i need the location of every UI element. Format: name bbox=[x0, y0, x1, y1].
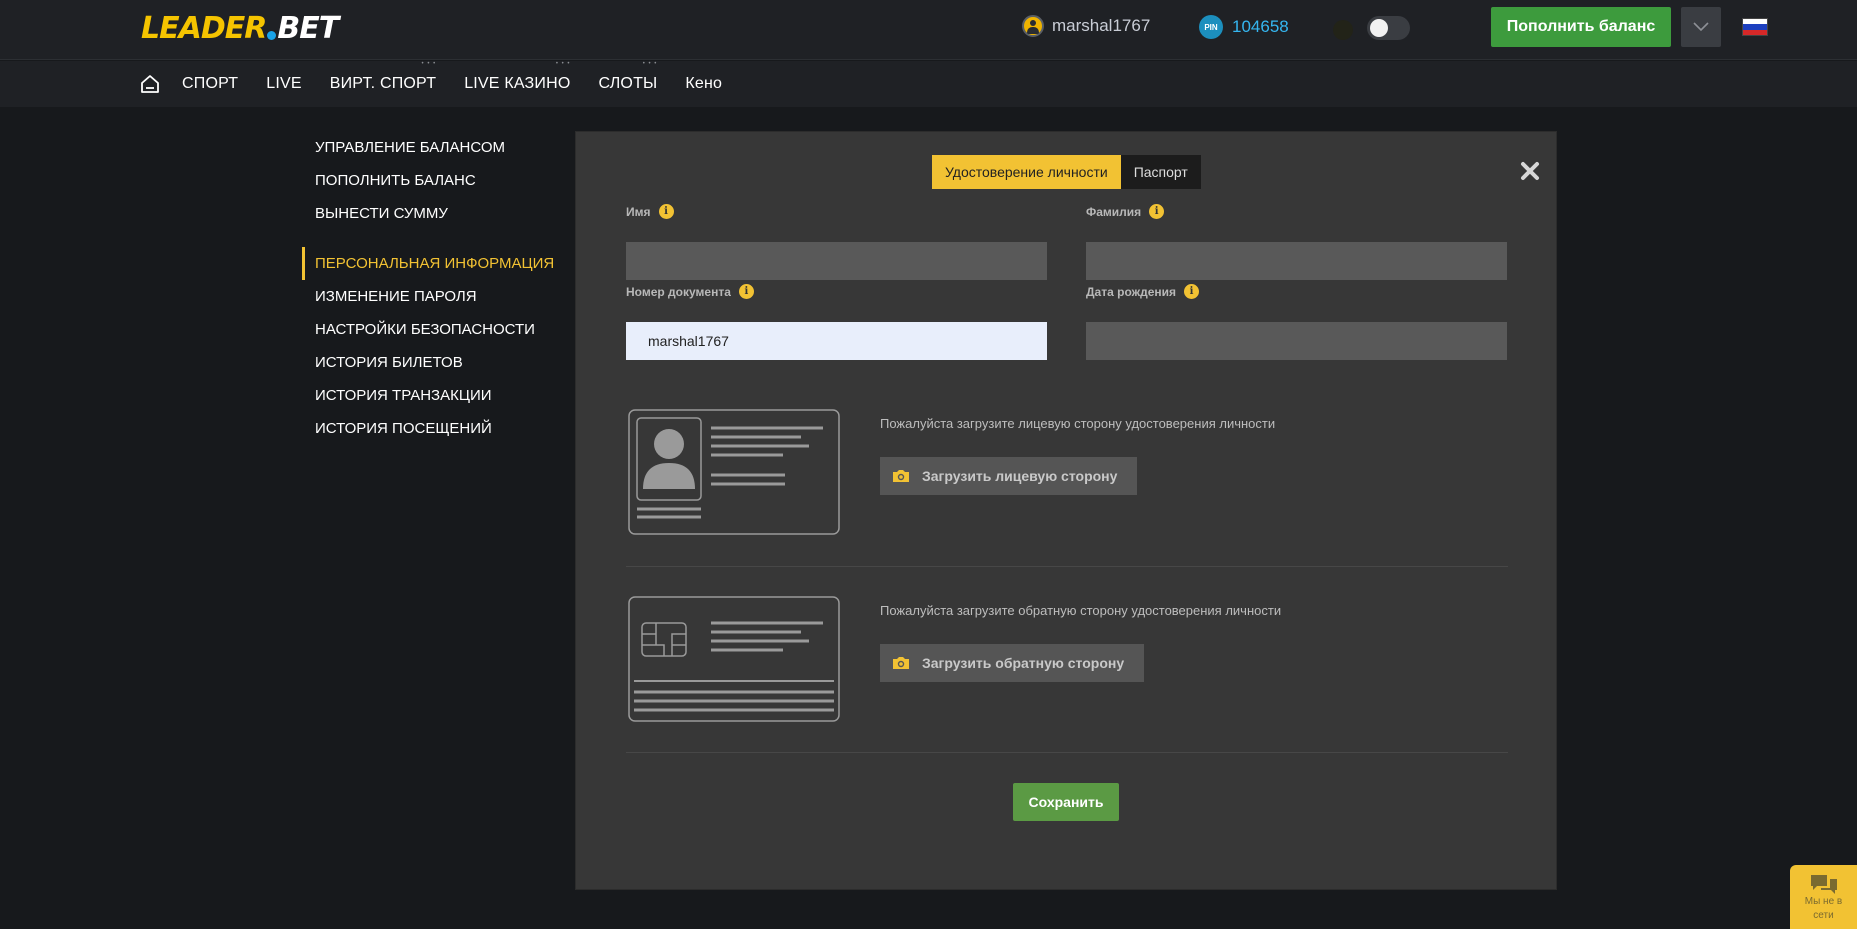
home-icon[interactable] bbox=[139, 73, 161, 95]
doc-number-field[interactable] bbox=[626, 322, 1047, 360]
last-name-label-text: Фамилия bbox=[1086, 204, 1142, 219]
birth-date-label-text: Дата рождения bbox=[1086, 284, 1177, 299]
nav-keno[interactable]: Кено bbox=[685, 75, 722, 93]
upload-front-button[interactable]: Загрузить лицевую сторону bbox=[880, 457, 1138, 495]
sidebar-item-balance-management[interactable]: УПРАВЛЕНИЕ БАЛАНСОМ bbox=[302, 131, 562, 164]
account-sidebar: УПРАВЛЕНИЕ БАЛАНСОМ ПОПОЛНИТЬ БАЛАНС ВЫН… bbox=[302, 131, 562, 445]
camera-icon bbox=[893, 470, 909, 482]
user-account[interactable]: marshal1767 bbox=[1022, 15, 1150, 37]
logo[interactable]: LEADER BET bbox=[141, 10, 339, 46]
user-icon bbox=[1022, 15, 1044, 37]
last-name-label: Фамилия i bbox=[1086, 204, 1165, 219]
deposit-button[interactable]: Пополнить баланс bbox=[1491, 7, 1671, 47]
upload-front-label: Загрузить лицевую сторону bbox=[922, 468, 1118, 484]
nav-sport[interactable]: СПОРТ bbox=[182, 75, 238, 93]
main-nav-bar: СПОРТ LIVE ВИРТ. СПОРТ LIVE КАЗИНО СЛОТЫ… bbox=[0, 61, 1857, 107]
sidebar-item-change-password[interactable]: ИЗМЕНЕНИЕ ПАРОЛЯ bbox=[302, 280, 562, 313]
sidebar-item-ticket-history[interactable]: ИСТОРИЯ БИЛЕТОВ bbox=[302, 346, 562, 379]
sidebar-item-visit-history[interactable]: ИСТОРИЯ ПОСЕЩЕНИЙ bbox=[302, 412, 562, 445]
info-icon[interactable]: i bbox=[738, 284, 754, 299]
upload-back-label: Загрузить обратную сторону bbox=[922, 655, 1125, 671]
first-name-label: Имя i bbox=[626, 204, 674, 219]
theme-toggle[interactable] bbox=[1367, 16, 1410, 40]
account-dropdown-button[interactable] bbox=[1681, 7, 1721, 47]
birth-date-field[interactable] bbox=[1086, 322, 1507, 360]
sidebar-item-transaction-history[interactable]: ИСТОРИЯ ТРАНЗАКЦИИ bbox=[302, 379, 562, 412]
verification-panel: Удостоверение личности Паспорт Имя i Фам… bbox=[575, 131, 1557, 890]
top-header: LEADER BET marshal1767 PIN 104658 Пополни… bbox=[0, 0, 1857, 60]
username: marshal1767 bbox=[1052, 16, 1151, 35]
id-card-front-icon bbox=[628, 409, 840, 535]
nav-live-casino[interactable]: LIVE КАЗИНО bbox=[464, 61, 571, 93]
logo-text-right: BET bbox=[277, 10, 339, 46]
doc-number-label: Номер документа i bbox=[626, 284, 754, 299]
id-card-back-icon bbox=[628, 596, 840, 722]
pin-icon: PIN bbox=[1199, 15, 1223, 39]
nav-virtual-sport[interactable]: ВИРТ. СПОРТ bbox=[330, 61, 437, 93]
logo-text-left: LEADER bbox=[141, 10, 267, 46]
chat-status-label: Мы не в сети bbox=[1804, 896, 1843, 921]
nav-live[interactable]: LIVE bbox=[266, 75, 302, 93]
tab-id-card[interactable]: Удостоверение личности bbox=[932, 155, 1121, 189]
toggle-knob bbox=[1370, 19, 1388, 37]
chat-bubbles-icon bbox=[1810, 875, 1837, 894]
section-divider bbox=[626, 752, 1508, 753]
sidebar-item-security-settings[interactable]: НАСТРОЙКИ БЕЗОПАСНОСТИ bbox=[302, 313, 562, 346]
camera-icon bbox=[893, 657, 909, 669]
doc-number-label-text: Номер документа bbox=[626, 284, 731, 299]
save-button[interactable]: Сохранить bbox=[1013, 783, 1119, 821]
language-flag-ru[interactable] bbox=[1742, 18, 1768, 36]
first-name-label-text: Имя bbox=[626, 204, 651, 219]
info-icon[interactable]: i bbox=[1184, 284, 1200, 299]
sidebar-item-personal-info[interactable]: ПЕРСОНАЛЬНАЯ ИНФОРМАЦИЯ bbox=[302, 247, 562, 280]
theme-indicator-icon bbox=[1333, 20, 1353, 40]
close-icon[interactable] bbox=[1519, 160, 1541, 182]
main-nav: СПОРТ LIVE ВИРТ. СПОРТ LIVE КАЗИНО СЛОТЫ… bbox=[139, 61, 750, 107]
section-divider bbox=[626, 566, 1508, 567]
upload-back-button[interactable]: Загрузить обратную сторону bbox=[880, 644, 1145, 682]
info-icon[interactable]: i bbox=[1149, 204, 1165, 219]
pin-value: 104658 bbox=[1232, 17, 1289, 36]
info-icon[interactable]: i bbox=[658, 204, 674, 219]
front-upload-instructions: Пожалуйста загрузите лицевую сторону удо… bbox=[880, 416, 1276, 431]
chevron-down-icon bbox=[1693, 22, 1709, 32]
birth-date-label: Дата рождения i bbox=[1086, 284, 1200, 299]
document-tabs: Удостоверение личности Паспорт bbox=[932, 155, 1201, 189]
sidebar-item-deposit[interactable]: ПОПОЛНИТЬ БАЛАНС bbox=[302, 164, 562, 197]
first-name-field[interactable] bbox=[626, 242, 1047, 280]
back-upload-instructions: Пожалуйста загрузите обратную сторону уд… bbox=[880, 603, 1282, 618]
sidebar-item-withdraw[interactable]: ВЫНЕСТИ СУММУ bbox=[302, 197, 562, 230]
nav-slots[interactable]: СЛОТЫ bbox=[599, 61, 658, 93]
logo-dot bbox=[267, 30, 277, 40]
last-name-field[interactable] bbox=[1086, 242, 1507, 280]
chat-widget[interactable]: Мы не в сети bbox=[1790, 865, 1857, 929]
tab-passport[interactable]: Паспорт bbox=[1120, 155, 1201, 189]
pin-display: PIN 104658 bbox=[1199, 15, 1289, 39]
